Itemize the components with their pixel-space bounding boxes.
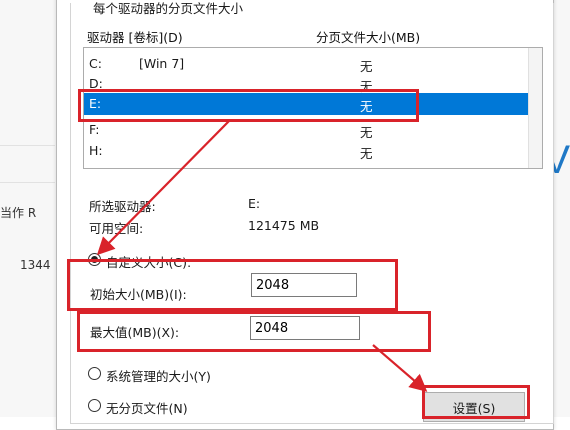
annotation-arrows <box>96 119 428 392</box>
arrow-to-custom-size <box>96 119 231 256</box>
arrow-to-set-button <box>372 344 428 392</box>
